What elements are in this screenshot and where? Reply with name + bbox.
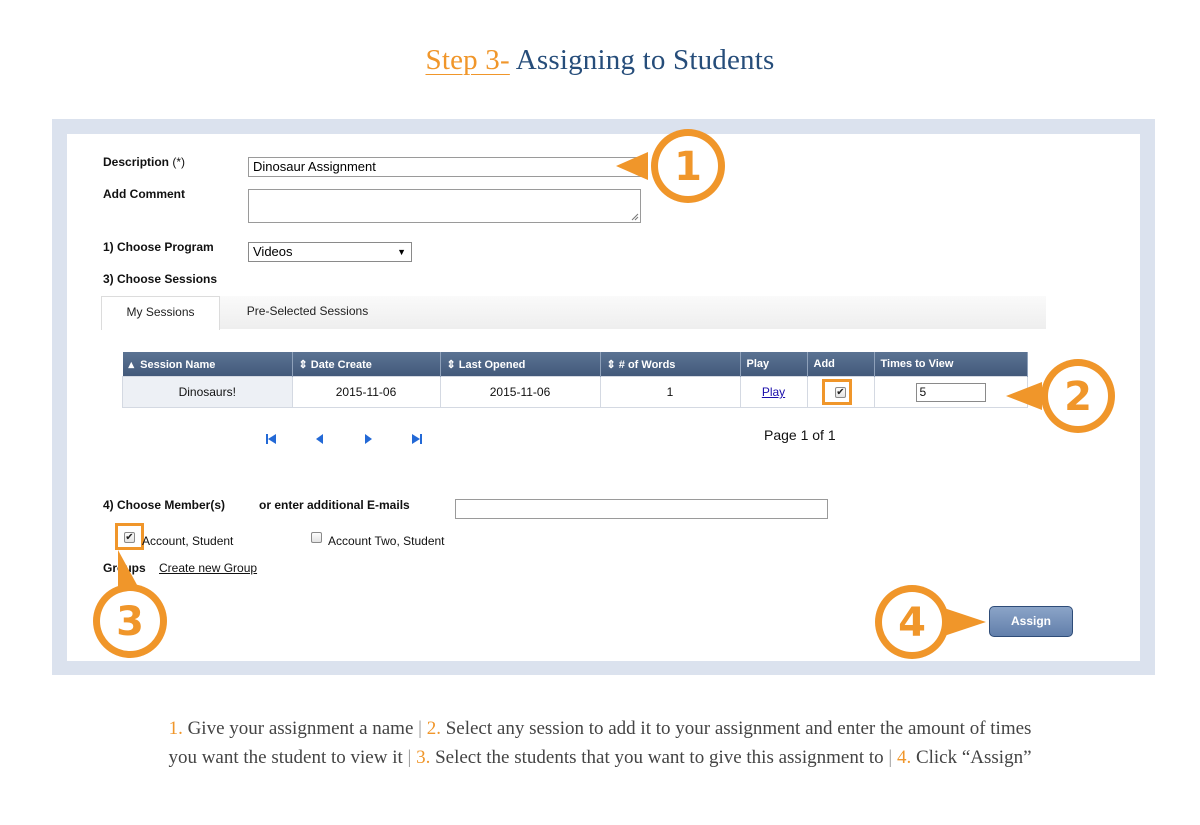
header-date-create[interactable]: ⇕ Date Create	[292, 352, 441, 377]
header-text: Session Name	[140, 358, 216, 371]
title-text: Assigning to Students	[509, 44, 775, 76]
header-text: Date Create	[310, 358, 372, 371]
times-to-view-input[interactable]: 5	[915, 382, 986, 402]
sessions-table: ▴ Session Name ⇕ Date Create ⇕ Last Open…	[122, 352, 1028, 408]
callout-2: 2	[1006, 359, 1115, 433]
cell-session-name: Dinosaurs!	[122, 376, 293, 408]
page-title: Step 3- Assigning to Students	[0, 44, 1200, 77]
header-last-opened[interactable]: ⇕ Last Opened	[440, 352, 601, 377]
sort-icon: ▴	[128, 358, 135, 371]
instructions-line-2: you want the student to view it | 3. Sel…	[0, 743, 1200, 772]
instruction-number: 3.	[416, 747, 431, 768]
callout-4: 4	[875, 585, 986, 659]
instruction-number: 4.	[896, 747, 912, 768]
title-step: Step 3-	[425, 44, 510, 76]
separator: |	[888, 747, 893, 768]
header-text: # of Words	[618, 358, 676, 371]
instruction-number: 1.	[168, 718, 183, 739]
dropdown-arrow-icon: ▼	[397, 247, 406, 257]
callout-number: 1	[674, 144, 702, 190]
header-session-name[interactable]: ▴ Session Name	[122, 352, 293, 377]
last-page-icon[interactable]	[411, 433, 423, 445]
sessions-label: 3) Choose Sessions	[103, 272, 218, 286]
separator: |	[418, 718, 422, 739]
add-checkbox-highlight	[822, 379, 852, 405]
tab-pre-selected-sessions[interactable]: Pre-Selected Sessions	[225, 296, 390, 329]
header-add: Add	[807, 352, 875, 377]
comment-textarea[interactable]	[248, 189, 641, 223]
create-group-link[interactable]: Create new Group	[159, 561, 257, 575]
sort-icon: ⇕	[298, 358, 308, 371]
instruction-text: Give your assignment a name	[182, 718, 419, 739]
callout-3: 3	[93, 550, 167, 658]
next-page-icon[interactable]	[364, 433, 374, 445]
header-words[interactable]: ⇕ # of Words	[600, 352, 741, 377]
previous-page-icon[interactable]	[315, 433, 325, 445]
instructions: 1. Give your assignment a name | 2. Sele…	[0, 714, 1200, 772]
callout-number: 3	[116, 599, 144, 645]
table-header-row: ▴ Session Name ⇕ Date Create ⇕ Last Open…	[122, 352, 1028, 377]
callout-1: 1	[616, 129, 725, 203]
separator: |	[407, 747, 412, 768]
instructions-line-1: 1. Give your assignment a name | 2. Sele…	[0, 714, 1200, 743]
instruction-text: you want the student to view it	[168, 747, 408, 768]
description-input[interactable]: Dinosaur Assignment	[248, 157, 643, 177]
cell-play: Play	[739, 376, 808, 408]
assign-button[interactable]: Assign	[989, 606, 1073, 637]
emails-input[interactable]	[455, 499, 828, 519]
resize-grip-icon[interactable]	[631, 213, 639, 221]
instruction-text: Select the students that you want to giv…	[430, 747, 889, 768]
callout-number: 4	[898, 600, 926, 646]
first-page-icon[interactable]	[265, 433, 277, 445]
program-value: Videos	[253, 244, 293, 259]
cell-last-opened: 2015-11-06	[439, 376, 601, 408]
sort-icon: ⇕	[446, 358, 456, 371]
description-label-text: Description	[103, 155, 170, 169]
program-label: 1) Choose Program	[103, 240, 214, 254]
callout-number: 2	[1064, 374, 1092, 420]
tab-my-sessions[interactable]: My Sessions	[101, 296, 220, 330]
members-label: 4) Choose Member(s)	[103, 498, 226, 512]
emails-label: or enter additional E-mails	[259, 498, 410, 512]
sort-icon: ⇕	[606, 358, 616, 371]
cell-words: 1	[599, 376, 741, 408]
member-checkbox-account-two-student[interactable]	[311, 532, 322, 543]
instruction-number: 2.	[426, 718, 441, 739]
header-play: Play	[740, 352, 808, 377]
description-label: Description (*)	[103, 155, 185, 169]
program-select[interactable]: Videos ▼	[248, 242, 412, 262]
comment-label: Add Comment	[103, 187, 185, 201]
header-text: Last Opened	[458, 358, 526, 371]
cell-date-create: 2015-11-06	[291, 376, 441, 408]
play-link[interactable]: Play	[762, 385, 785, 399]
required-marker: (*)	[172, 155, 186, 169]
instruction-text: Click “Assign”	[911, 747, 1032, 768]
member-name-account-two-student: Account Two, Student	[328, 534, 445, 548]
instruction-text: Select any session to add it to your ass…	[440, 718, 1032, 739]
page-indicator: Page 1 of 1	[764, 427, 836, 443]
table-row: Dinosaurs! 2015-11-06 2015-11-06 1 Play …	[122, 376, 1028, 408]
